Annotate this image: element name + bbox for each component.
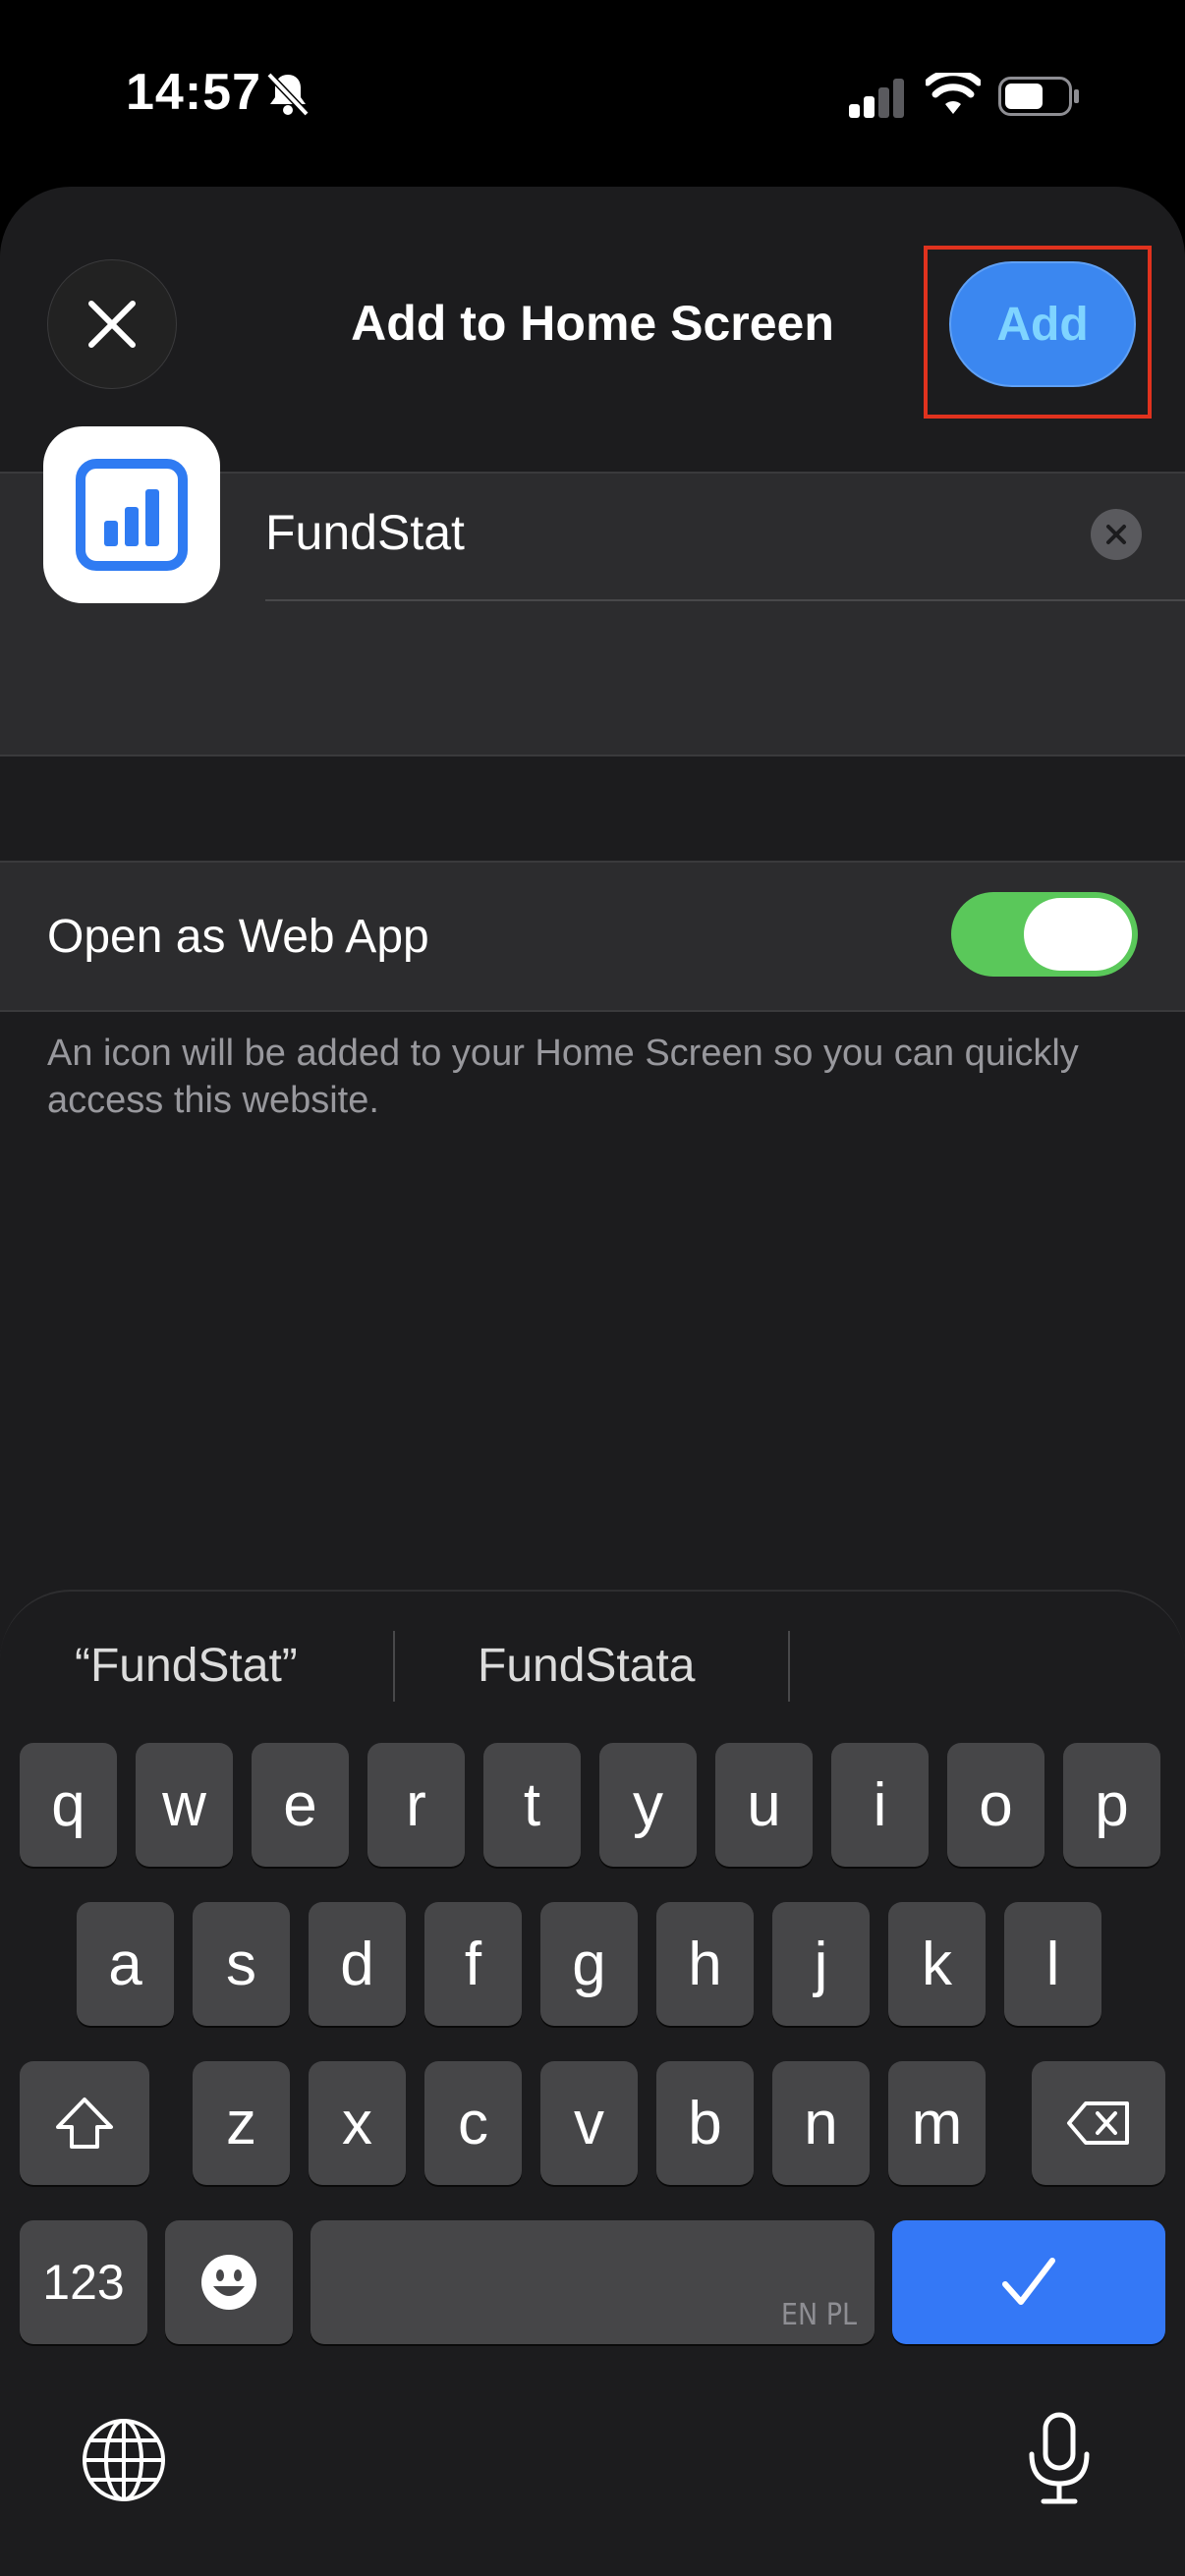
battery-icon — [998, 77, 1079, 116]
status-bar: 14:57 — [0, 0, 1185, 187]
add-button[interactable]: Add — [949, 261, 1136, 387]
key-k[interactable]: k — [888, 1902, 986, 2026]
key-h[interactable]: h — [656, 1902, 754, 2026]
status-time: 14:57 — [126, 64, 261, 121]
microphone-icon[interactable] — [1026, 2411, 1093, 2505]
key-f[interactable]: f — [424, 1902, 522, 2026]
cellular-signal-icon — [849, 79, 904, 118]
clear-text-button[interactable] — [1091, 509, 1142, 560]
toggle-knob — [1024, 898, 1132, 971]
shift-key[interactable] — [20, 2061, 149, 2185]
key-g[interactable]: g — [540, 1902, 638, 2026]
open-as-web-app-row: Open as Web App — [0, 861, 1185, 1012]
done-key[interactable] — [892, 2220, 1165, 2344]
suggestion-divider — [393, 1631, 395, 1702]
key-v[interactable]: v — [540, 2061, 638, 2185]
key-m[interactable]: m — [888, 2061, 986, 2185]
numbers-key[interactable]: 123 — [20, 2220, 147, 2344]
clear-icon — [1106, 525, 1126, 544]
web-app-footnote: An icon will be added to your Home Scree… — [47, 1033, 1079, 1121]
key-q[interactable]: q — [20, 1743, 117, 1867]
suggestion-1[interactable]: “FundStat” — [75, 1639, 298, 1693]
key-a[interactable]: a — [77, 1902, 174, 2026]
key-y[interactable]: y — [599, 1743, 697, 1867]
suggestion-2[interactable]: FundStata — [478, 1639, 695, 1693]
wifi-icon — [926, 73, 981, 114]
key-o[interactable]: o — [947, 1743, 1044, 1867]
backspace-icon — [1067, 2101, 1129, 2145]
key-b[interactable]: b — [656, 2061, 754, 2185]
key-r[interactable]: r — [367, 1743, 465, 1867]
suggestion-divider — [788, 1631, 790, 1702]
key-e[interactable]: e — [252, 1743, 349, 1867]
key-n[interactable]: n — [772, 2061, 870, 2185]
key-d[interactable]: d — [309, 1902, 406, 2026]
keyboard-language-label: EN PL — [780, 2298, 857, 2332]
key-j[interactable]: j — [772, 1902, 870, 2026]
key-c[interactable]: c — [424, 2061, 522, 2185]
shift-icon — [56, 2098, 113, 2149]
key-l[interactable]: l — [1004, 1902, 1101, 2026]
open-as-web-app-label: Open as Web App — [47, 911, 429, 963]
bar-chart-icon — [76, 459, 188, 571]
delete-key[interactable] — [1032, 2061, 1165, 2185]
key-i[interactable]: i — [831, 1743, 929, 1867]
key-t[interactable]: t — [483, 1743, 581, 1867]
globe-icon[interactable] — [81, 2417, 167, 2503]
space-key[interactable]: EN PL — [310, 2220, 875, 2344]
open-as-web-app-toggle[interactable] — [951, 892, 1138, 977]
key-w[interactable]: w — [136, 1743, 233, 1867]
app-icon — [43, 426, 220, 603]
name-field-divider — [265, 599, 1185, 601]
checkmark-icon — [1002, 2258, 1055, 2305]
bell-slash-icon — [266, 72, 310, 117]
key-x[interactable]: x — [309, 2061, 406, 2185]
emoji-icon — [201, 2255, 256, 2310]
emoji-key[interactable] — [165, 2220, 293, 2344]
key-s[interactable]: s — [193, 1902, 290, 2026]
key-u[interactable]: u — [715, 1743, 813, 1867]
key-p[interactable]: p — [1063, 1743, 1160, 1867]
key-z[interactable]: z — [193, 2061, 290, 2185]
app-name-input[interactable] — [265, 503, 1071, 562]
